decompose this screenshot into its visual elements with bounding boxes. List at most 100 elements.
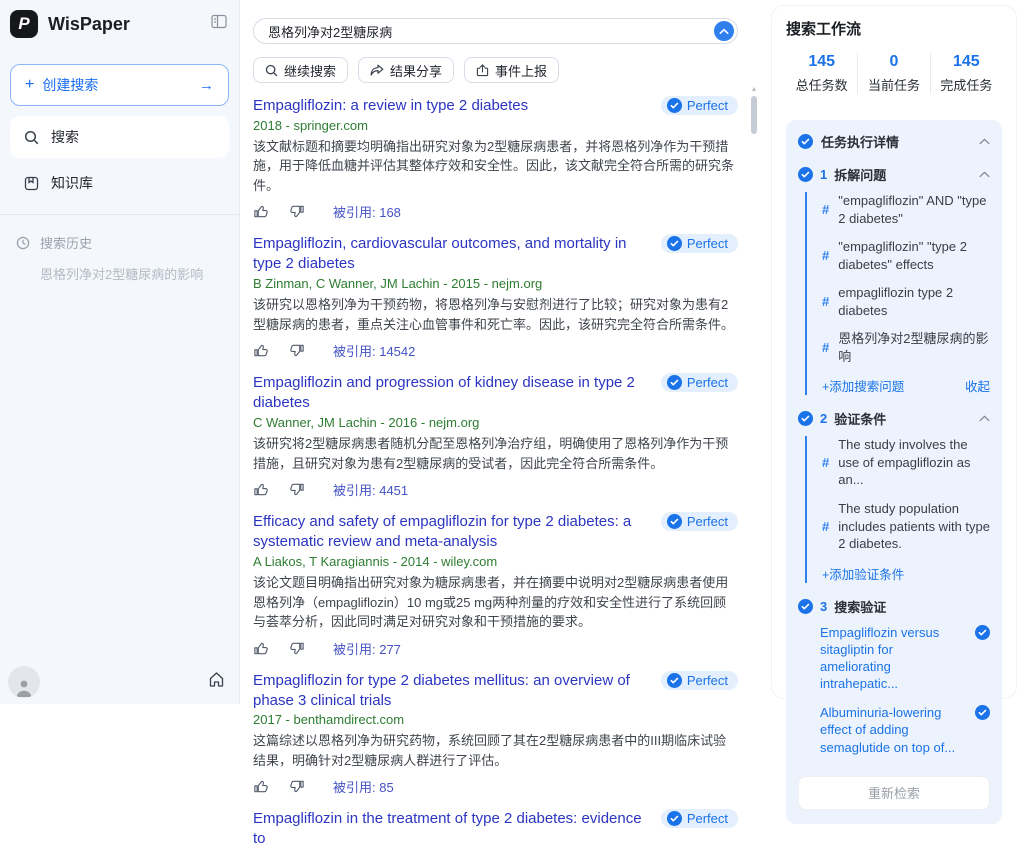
cited-by-link[interactable]: 被引用: 4451 <box>333 480 408 499</box>
step-header[interactable]: 2 验证条件 <box>798 409 990 428</box>
result-snippet: 该论文题目明确指出研究对象为糖尿病患者，并在摘要中说明对2型糖尿病患者使用恩格列… <box>253 573 738 632</box>
result-title-link[interactable]: Empagliflozin for type 2 diabetes mellit… <box>253 671 647 711</box>
cited-by-link[interactable]: 被引用: 85 <box>333 777 394 796</box>
continue-search-button[interactable]: 继续搜索 <box>253 57 348 83</box>
search-query-item[interactable]: # "empagliflozin" AND "type 2 diabetes" <box>822 192 990 227</box>
perfect-badge: Perfect <box>661 373 738 392</box>
re-search-button[interactable]: 重新检索 <box>798 776 990 810</box>
share-results-button[interactable]: 结果分享 <box>358 57 454 83</box>
hash-icon: # <box>822 293 829 311</box>
thumbs-up-icon[interactable] <box>253 641 268 656</box>
step-header[interactable]: 3 搜索验证 <box>798 597 990 616</box>
thumbs-down-icon[interactable] <box>290 641 305 656</box>
verified-paper-link[interactable]: Albuminuria-lowering effect of adding se… <box>820 704 990 755</box>
check-circle-icon <box>798 599 813 614</box>
sidebar-collapse-icon[interactable] <box>211 14 227 34</box>
result-title-link[interactable]: Empagliflozin in the treatment of type 2… <box>253 809 647 849</box>
verified-paper-link[interactable]: Empagliflozin versus sitagliptin for ame… <box>820 624 990 693</box>
sidebar-header: P WisPaper <box>0 0 239 46</box>
thumbs-up-icon[interactable] <box>253 779 268 794</box>
check-circle-icon <box>667 673 682 688</box>
search-history-label: 搜索历史 <box>40 233 92 252</box>
paper-link-text[interactable]: Albuminuria-lowering effect of adding se… <box>820 704 967 755</box>
stat-total-tasks: 145 总任务数 <box>786 53 857 94</box>
check-circle-icon <box>798 134 813 149</box>
create-search-label: 创建搜索 <box>42 75 199 95</box>
perfect-badge: Perfect <box>661 809 738 828</box>
results-panel: 恩格列净对2型糖尿病 继续搜索 结果分享 事件上报 <box>240 0 762 704</box>
add-search-question-link[interactable]: +添加搜索问题 <box>822 376 904 395</box>
report-event-button[interactable]: 事件上报 <box>464 57 559 83</box>
scroll-up-arrow[interactable]: ▲ <box>750 86 758 94</box>
cited-by-link[interactable]: 被引用: 168 <box>333 202 401 221</box>
thumbs-up-icon[interactable] <box>253 343 268 358</box>
result-meta: 2017 - benthamdirect.com <box>253 712 738 727</box>
clock-icon <box>16 236 30 250</box>
continue-search-label: 继续搜索 <box>284 61 336 80</box>
hash-icon: # <box>822 518 829 536</box>
step-header[interactable]: 1 拆解问题 <box>798 165 990 184</box>
home-icon[interactable] <box>204 667 229 697</box>
verify-condition-item[interactable]: # The study population includes patients… <box>822 500 990 553</box>
hash-icon: # <box>822 201 829 219</box>
condition-text: The study population includes patients w… <box>838 500 990 553</box>
result-title-link[interactable]: Empagliflozin: a review in type 2 diabet… <box>253 96 647 116</box>
check-circle-icon <box>667 236 682 251</box>
chevron-up-icon[interactable] <box>979 171 990 178</box>
perfect-badge: Perfect <box>661 671 738 690</box>
create-search-button[interactable]: + 创建搜索 → <box>10 64 229 106</box>
thumbs-up-icon[interactable] <box>253 482 268 497</box>
check-circle-icon <box>975 625 990 640</box>
hash-icon: # <box>822 247 829 265</box>
workflow-stats: 145 总任务数 0 当前任务 145 完成任务 <box>786 53 1002 94</box>
thumbs-down-icon[interactable] <box>290 779 305 794</box>
thumbs-down-icon[interactable] <box>290 343 305 358</box>
check-circle-icon <box>975 705 990 720</box>
user-avatar[interactable] <box>8 666 40 698</box>
result-toolbar: 继续搜索 结果分享 事件上报 <box>253 57 738 83</box>
add-verify-condition-link[interactable]: +添加验证条件 <box>822 564 904 583</box>
check-circle-icon <box>667 98 682 113</box>
search-query[interactable]: 恩格列净对2型糖尿病 <box>268 22 703 41</box>
thumbs-up-icon[interactable] <box>253 204 268 219</box>
history-item[interactable]: 恩格列净对2型糖尿病的影响 <box>0 258 239 289</box>
task-details-header[interactable]: 任务执行详情 <box>798 132 990 151</box>
result-meta: 2018 - springer.com <box>253 118 738 133</box>
stat-label: 完成任务 <box>931 75 1002 94</box>
search-bar[interactable]: 恩格列净对2型糖尿病 <box>253 18 738 44</box>
hash-icon: # <box>822 454 829 472</box>
cited-by-link[interactable]: 被引用: 14542 <box>333 341 415 360</box>
paper-link-text[interactable]: Empagliflozin versus sitagliptin for ame… <box>820 624 967 693</box>
search-query-item[interactable]: # empagliflozin type 2 diabetes <box>822 284 990 319</box>
step-title: 搜索验证 <box>834 597 990 616</box>
result-title-link[interactable]: Efficacy and safety of empagliflozin for… <box>253 512 647 552</box>
search-query-item[interactable]: # "empagliflozin" "type 2 diabetes" effe… <box>822 238 990 273</box>
cited-by-link[interactable]: 被引用: 277 <box>333 639 401 658</box>
sidebar-item-knowledge-base[interactable]: 知识库 <box>10 162 229 204</box>
sidebar-item-search[interactable]: 搜索 <box>10 116 229 158</box>
check-circle-icon <box>667 514 682 529</box>
scrollbar-thumb[interactable] <box>751 96 757 134</box>
chevron-up-icon[interactable] <box>979 138 990 145</box>
collapse-link[interactable]: 收起 <box>965 376 990 395</box>
sidebar-item-label: 知识库 <box>51 173 93 193</box>
hash-icon: # <box>822 339 829 357</box>
result-title-link[interactable]: Empagliflozin and progression of kidney … <box>253 373 647 413</box>
sidebar-divider <box>0 214 239 215</box>
workflow-step-1: 1 拆解问题 # "empagliflozin" AND "type 2 dia… <box>798 165 990 395</box>
collapse-search-button[interactable] <box>714 21 734 41</box>
chevron-up-icon[interactable] <box>979 415 990 422</box>
result-snippet: 该文献标题和摘要均明确指出研究对象为2型糖尿病患者，并将恩格列净作为干预措施，用… <box>253 137 738 196</box>
thumbs-down-icon[interactable] <box>290 204 305 219</box>
chevron-up-icon <box>719 28 729 35</box>
verify-condition-item[interactable]: # The study involves the use of empaglif… <box>822 436 990 489</box>
search-query-item[interactable]: # 恩格列净对2型糖尿病的影响 <box>822 330 990 365</box>
thumbs-down-icon[interactable] <box>290 482 305 497</box>
workflow-step-2: 2 验证条件 # The study involves the use of e… <box>798 409 990 582</box>
check-circle-icon <box>667 375 682 390</box>
condition-text: The study involves the use of empagliflo… <box>838 436 990 489</box>
result-title-link[interactable]: Empagliflozin, cardiovascular outcomes, … <box>253 234 647 274</box>
results-list: Empagliflozin: a review in type 2 diabet… <box>253 96 738 849</box>
results-scrollbar[interactable]: ▲ <box>750 86 758 134</box>
share-results-label: 结果分享 <box>390 61 442 80</box>
